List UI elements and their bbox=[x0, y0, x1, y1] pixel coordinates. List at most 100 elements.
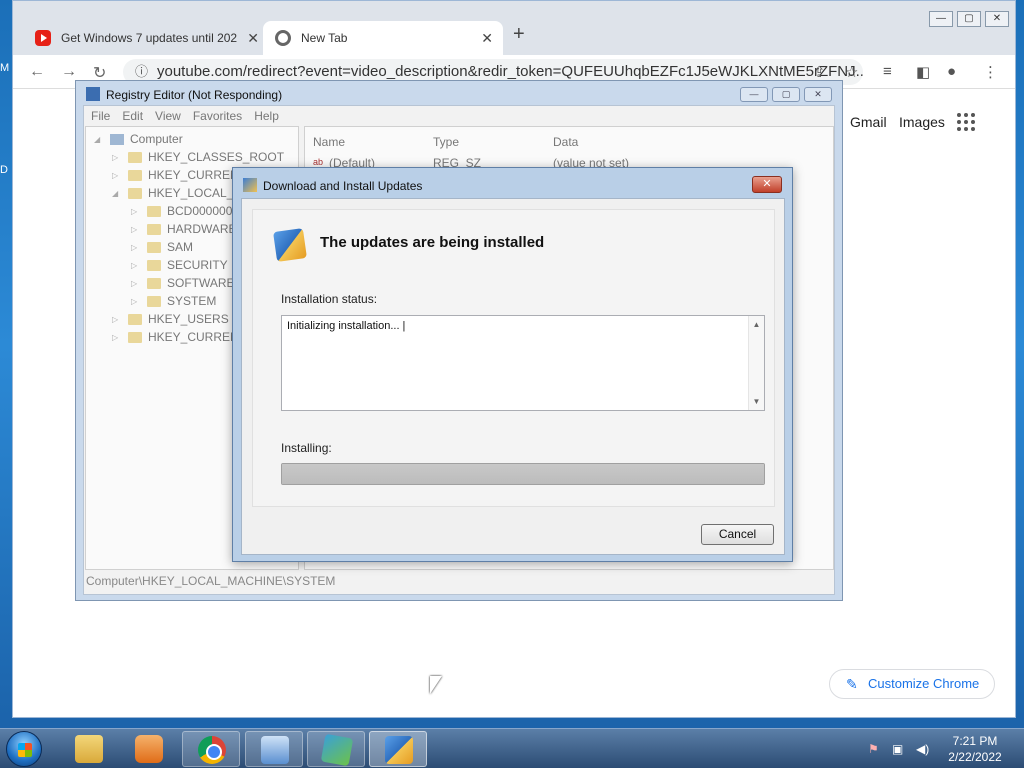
new-tab-button[interactable]: + bbox=[513, 23, 525, 46]
collapse-icon[interactable]: ◢ bbox=[94, 135, 106, 144]
menu-bar: File Edit View Favorites Help bbox=[91, 109, 279, 123]
folder-icon bbox=[75, 735, 103, 763]
taskbar-installer[interactable] bbox=[307, 731, 365, 767]
tree-item-selected[interactable]: ▷ SYSTEM bbox=[131, 292, 216, 310]
close-icon[interactable]: ✕ bbox=[481, 30, 493, 47]
folder-icon bbox=[147, 277, 161, 289]
menu-file[interactable]: File bbox=[91, 109, 110, 123]
expand-icon[interactable]: ▷ bbox=[112, 333, 124, 342]
side-panel-icon[interactable]: ◧ bbox=[916, 63, 930, 81]
network-icon[interactable]: ▣ bbox=[892, 742, 903, 756]
start-button[interactable] bbox=[6, 731, 42, 767]
share-icon[interactable]: ⇪ bbox=[813, 63, 826, 81]
folder-icon bbox=[147, 295, 161, 307]
folder-icon bbox=[147, 259, 161, 271]
clock-date: 2/22/2022 bbox=[948, 750, 1002, 764]
tree-item[interactable]: ▷ BCD00000000 bbox=[131, 202, 246, 220]
bookmark-star-icon[interactable]: ☆ bbox=[845, 63, 858, 81]
menu-edit[interactable]: Edit bbox=[122, 109, 143, 123]
tab-new-tab[interactable]: New Tab ✕ bbox=[263, 21, 503, 55]
collapse-icon[interactable]: ◢ bbox=[112, 189, 124, 198]
pencil-icon: ✎ bbox=[846, 676, 858, 692]
back-icon[interactable]: ← bbox=[29, 63, 45, 81]
forward-icon[interactable]: → bbox=[61, 63, 77, 81]
status-bar: Computer\HKEY_LOCAL_MACHINE\SYSTEM bbox=[86, 574, 336, 588]
tree-item[interactable]: ▷ SOFTWARE bbox=[131, 274, 235, 292]
progress-fill bbox=[282, 464, 764, 484]
column-header-name[interactable]: Name bbox=[313, 135, 345, 149]
menu-view[interactable]: View bbox=[155, 109, 181, 123]
youtube-icon bbox=[35, 30, 51, 46]
desktop-icon-label: M bbox=[0, 62, 10, 74]
taskbar-regedit[interactable] bbox=[245, 731, 303, 767]
minimize-button[interactable]: — bbox=[929, 11, 953, 27]
folder-icon bbox=[147, 241, 161, 253]
expand-icon[interactable]: ▷ bbox=[131, 261, 143, 270]
reading-list-icon[interactable]: ≡ bbox=[883, 63, 892, 80]
tree-item[interactable]: ▷ HARDWARE bbox=[131, 220, 237, 238]
expand-icon[interactable]: ▷ bbox=[131, 207, 143, 216]
expand-icon[interactable]: ▷ bbox=[131, 297, 143, 306]
folder-icon bbox=[128, 187, 142, 199]
menu-kebab-icon[interactable]: ⋮ bbox=[983, 63, 998, 81]
update-dialog[interactable]: Download and Install Updates ✕ The updat… bbox=[232, 167, 793, 562]
action-center-flag-icon[interactable]: ⚑ bbox=[868, 742, 879, 756]
mouse-cursor-icon bbox=[430, 676, 442, 694]
close-button[interactable]: ✕ bbox=[752, 176, 782, 193]
regedit-icon bbox=[261, 736, 289, 764]
volume-icon[interactable]: ◀) bbox=[916, 742, 929, 756]
menu-favorites[interactable]: Favorites bbox=[193, 109, 242, 123]
customize-chrome-button[interactable]: ✎ Customize Chrome bbox=[829, 669, 995, 699]
gmail-link[interactable]: Gmail bbox=[850, 114, 887, 130]
maximize-button[interactable]: ▢ bbox=[957, 11, 981, 27]
tree-item[interactable]: ▷ HKEY_CURRENT bbox=[112, 166, 246, 184]
tab-title: Get Windows 7 updates until 202 bbox=[61, 31, 238, 45]
apps-grid-icon[interactable] bbox=[957, 113, 975, 131]
close-button[interactable]: ✕ bbox=[804, 87, 832, 102]
tree-item[interactable]: ▷ SAM bbox=[131, 238, 193, 256]
images-link[interactable]: Images bbox=[899, 114, 945, 130]
dialog-panel: The updates are being installed Installa… bbox=[252, 209, 775, 507]
tree-item[interactable]: ▷ HKEY_USERS bbox=[112, 310, 229, 328]
expand-icon[interactable]: ▷ bbox=[131, 225, 143, 234]
folder-icon bbox=[128, 331, 142, 343]
expand-icon[interactable]: ▷ bbox=[112, 315, 124, 324]
tree-item[interactable]: ▷ HKEY_CLASSES_ROOT bbox=[112, 148, 284, 166]
maximize-button[interactable]: ▢ bbox=[772, 87, 800, 102]
scroll-up-icon[interactable]: ▲ bbox=[749, 320, 764, 329]
chrome-icon bbox=[198, 736, 226, 764]
cancel-button[interactable]: Cancel bbox=[701, 524, 774, 545]
customize-chrome-label: Customize Chrome bbox=[868, 676, 980, 691]
expand-icon[interactable]: ▷ bbox=[112, 171, 124, 180]
minimize-button[interactable]: — bbox=[740, 87, 768, 102]
folder-icon bbox=[128, 151, 142, 163]
scrollbar[interactable]: ▲ ▼ bbox=[748, 316, 764, 410]
dialog-heading: The updates are being installed bbox=[320, 234, 545, 251]
column-header-data[interactable]: Data bbox=[553, 135, 578, 149]
installation-status-label: Installation status: bbox=[281, 292, 378, 306]
tree-item-computer[interactable]: ◢ Computer bbox=[94, 130, 183, 148]
window-controls: — ▢ ✕ bbox=[740, 87, 832, 102]
system-clock[interactable]: 7:21 PM 2/22/2022 bbox=[940, 733, 1010, 765]
taskbar-explorer[interactable] bbox=[60, 731, 118, 767]
profile-avatar-icon[interactable]: ● bbox=[947, 63, 956, 80]
installation-status-text: Initializing installation... | bbox=[287, 320, 406, 332]
tab-youtube[interactable]: Get Windows 7 updates until 202 ✕ bbox=[23, 21, 269, 55]
expand-icon[interactable]: ▷ bbox=[131, 243, 143, 252]
close-icon[interactable]: ✕ bbox=[247, 30, 259, 47]
column-header-type[interactable]: Type bbox=[433, 135, 459, 149]
tree-item[interactable]: ◢ HKEY_LOCAL_M bbox=[112, 184, 243, 202]
taskbar-windows-update[interactable] bbox=[369, 731, 427, 767]
expand-icon[interactable]: ▷ bbox=[112, 153, 124, 162]
folder-icon bbox=[147, 223, 161, 235]
expand-icon[interactable]: ▷ bbox=[131, 279, 143, 288]
menu-help[interactable]: Help bbox=[254, 109, 279, 123]
scroll-down-icon[interactable]: ▼ bbox=[749, 397, 764, 406]
regedit-icon bbox=[86, 87, 100, 101]
taskbar-media-player[interactable] bbox=[120, 731, 178, 767]
close-button[interactable]: ✕ bbox=[985, 11, 1009, 27]
tree-item[interactable]: ▷ HKEY_CURRENT bbox=[112, 328, 246, 346]
tree-item[interactable]: ▷ SECURITY bbox=[131, 256, 228, 274]
taskbar-chrome[interactable] bbox=[182, 731, 240, 767]
installation-status-box[interactable]: Initializing installation... | ▲ ▼ bbox=[281, 315, 765, 411]
